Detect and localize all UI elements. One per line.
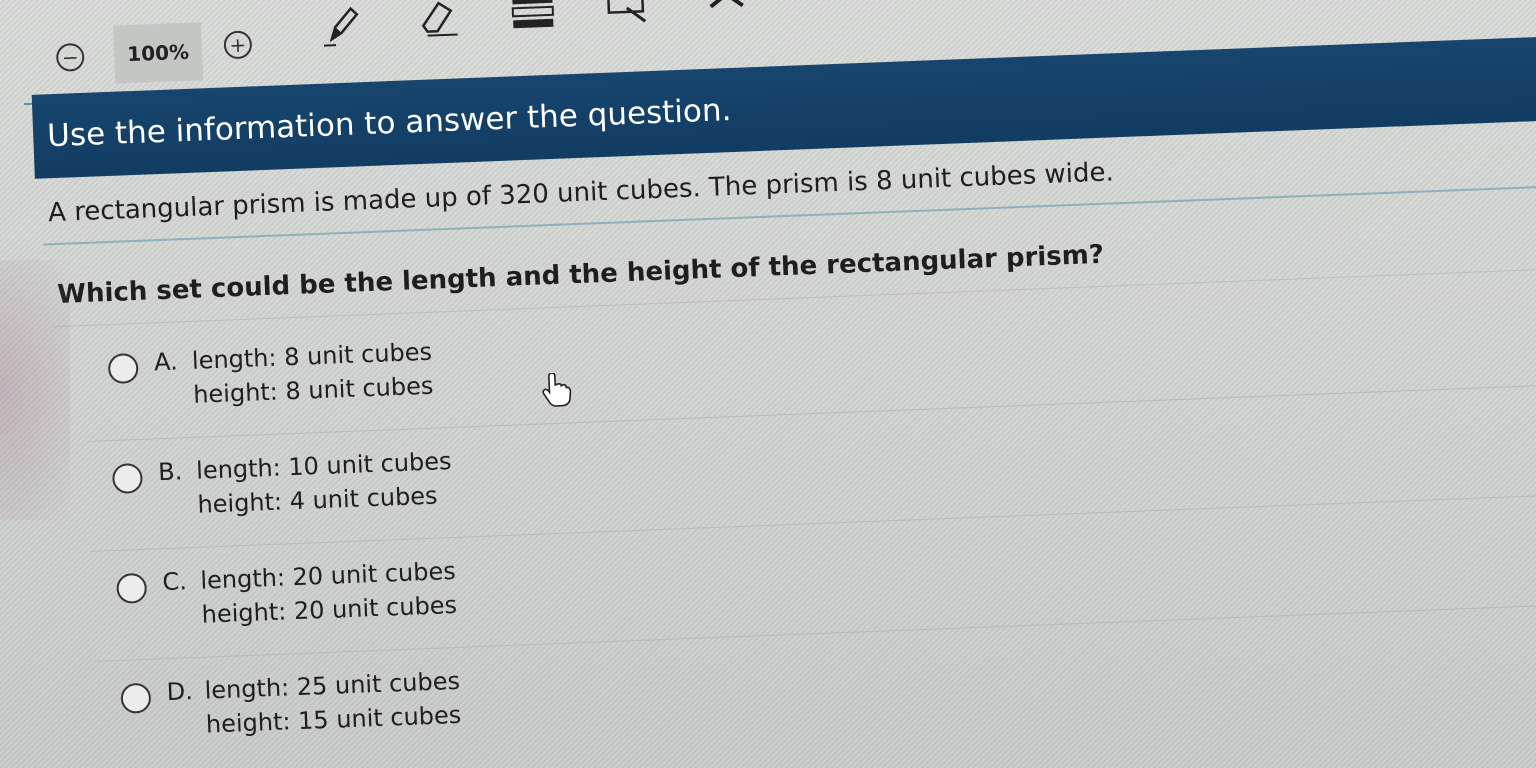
minus-icon: − — [61, 45, 80, 70]
choice-letter: C. — [161, 567, 188, 597]
close-icon — [708, 0, 744, 9]
choice-length: length: 10 unit cubes — [195, 447, 452, 485]
eraser-icon — [421, 1, 458, 37]
page-content: − 100% + Use the information to answer t… — [0, 0, 1536, 767]
zoom-level: 100% — [113, 22, 204, 84]
banner-text: Use the information to answer the questi… — [46, 92, 733, 155]
screen: − 100% + Use the information to answer t… — [0, 0, 1536, 768]
line-reader-icon — [511, 0, 555, 29]
eraser-tool-button[interactable] — [414, 0, 460, 40]
radio-button-c[interactable] — [116, 572, 148, 604]
plus-icon: + — [229, 32, 247, 58]
hand-pointer-cursor — [541, 372, 572, 407]
close-tool-button[interactable] — [703, 0, 749, 17]
choice-height: height: 8 unit cubes — [192, 371, 434, 409]
choice-letter: D. — [166, 677, 194, 707]
zoom-out-button[interactable]: − — [55, 42, 85, 72]
radio-button-b[interactable] — [111, 462, 144, 495]
question-prompt: Which set could be the length and the he… — [56, 239, 1105, 311]
zoom-in-button[interactable]: + — [223, 30, 253, 60]
choice-length: length: 20 unit cubes — [199, 556, 457, 595]
pencil-tool-button[interactable] — [320, 2, 366, 48]
radio-button-d[interactable] — [120, 682, 152, 714]
choice-letter: B. — [157, 457, 183, 487]
choice-length: length: 8 unit cubes — [191, 337, 433, 375]
hand-pointer-icon — [542, 372, 572, 407]
choice-height: height: 20 unit cubes — [201, 590, 458, 629]
choice-letter: A. — [153, 347, 179, 377]
choice-length: length: 25 unit cubes — [204, 666, 461, 705]
choice-height: height: 4 unit cubes — [196, 481, 439, 519]
pencil-icon — [323, 6, 359, 47]
choice-height: height: 15 unit cubes — [205, 700, 462, 739]
radio-button-a[interactable] — [107, 352, 139, 385]
annotate-icon — [606, 0, 647, 23]
line-reader-button[interactable] — [510, 0, 556, 32]
annotate-tool-button[interactable] — [604, 0, 650, 27]
